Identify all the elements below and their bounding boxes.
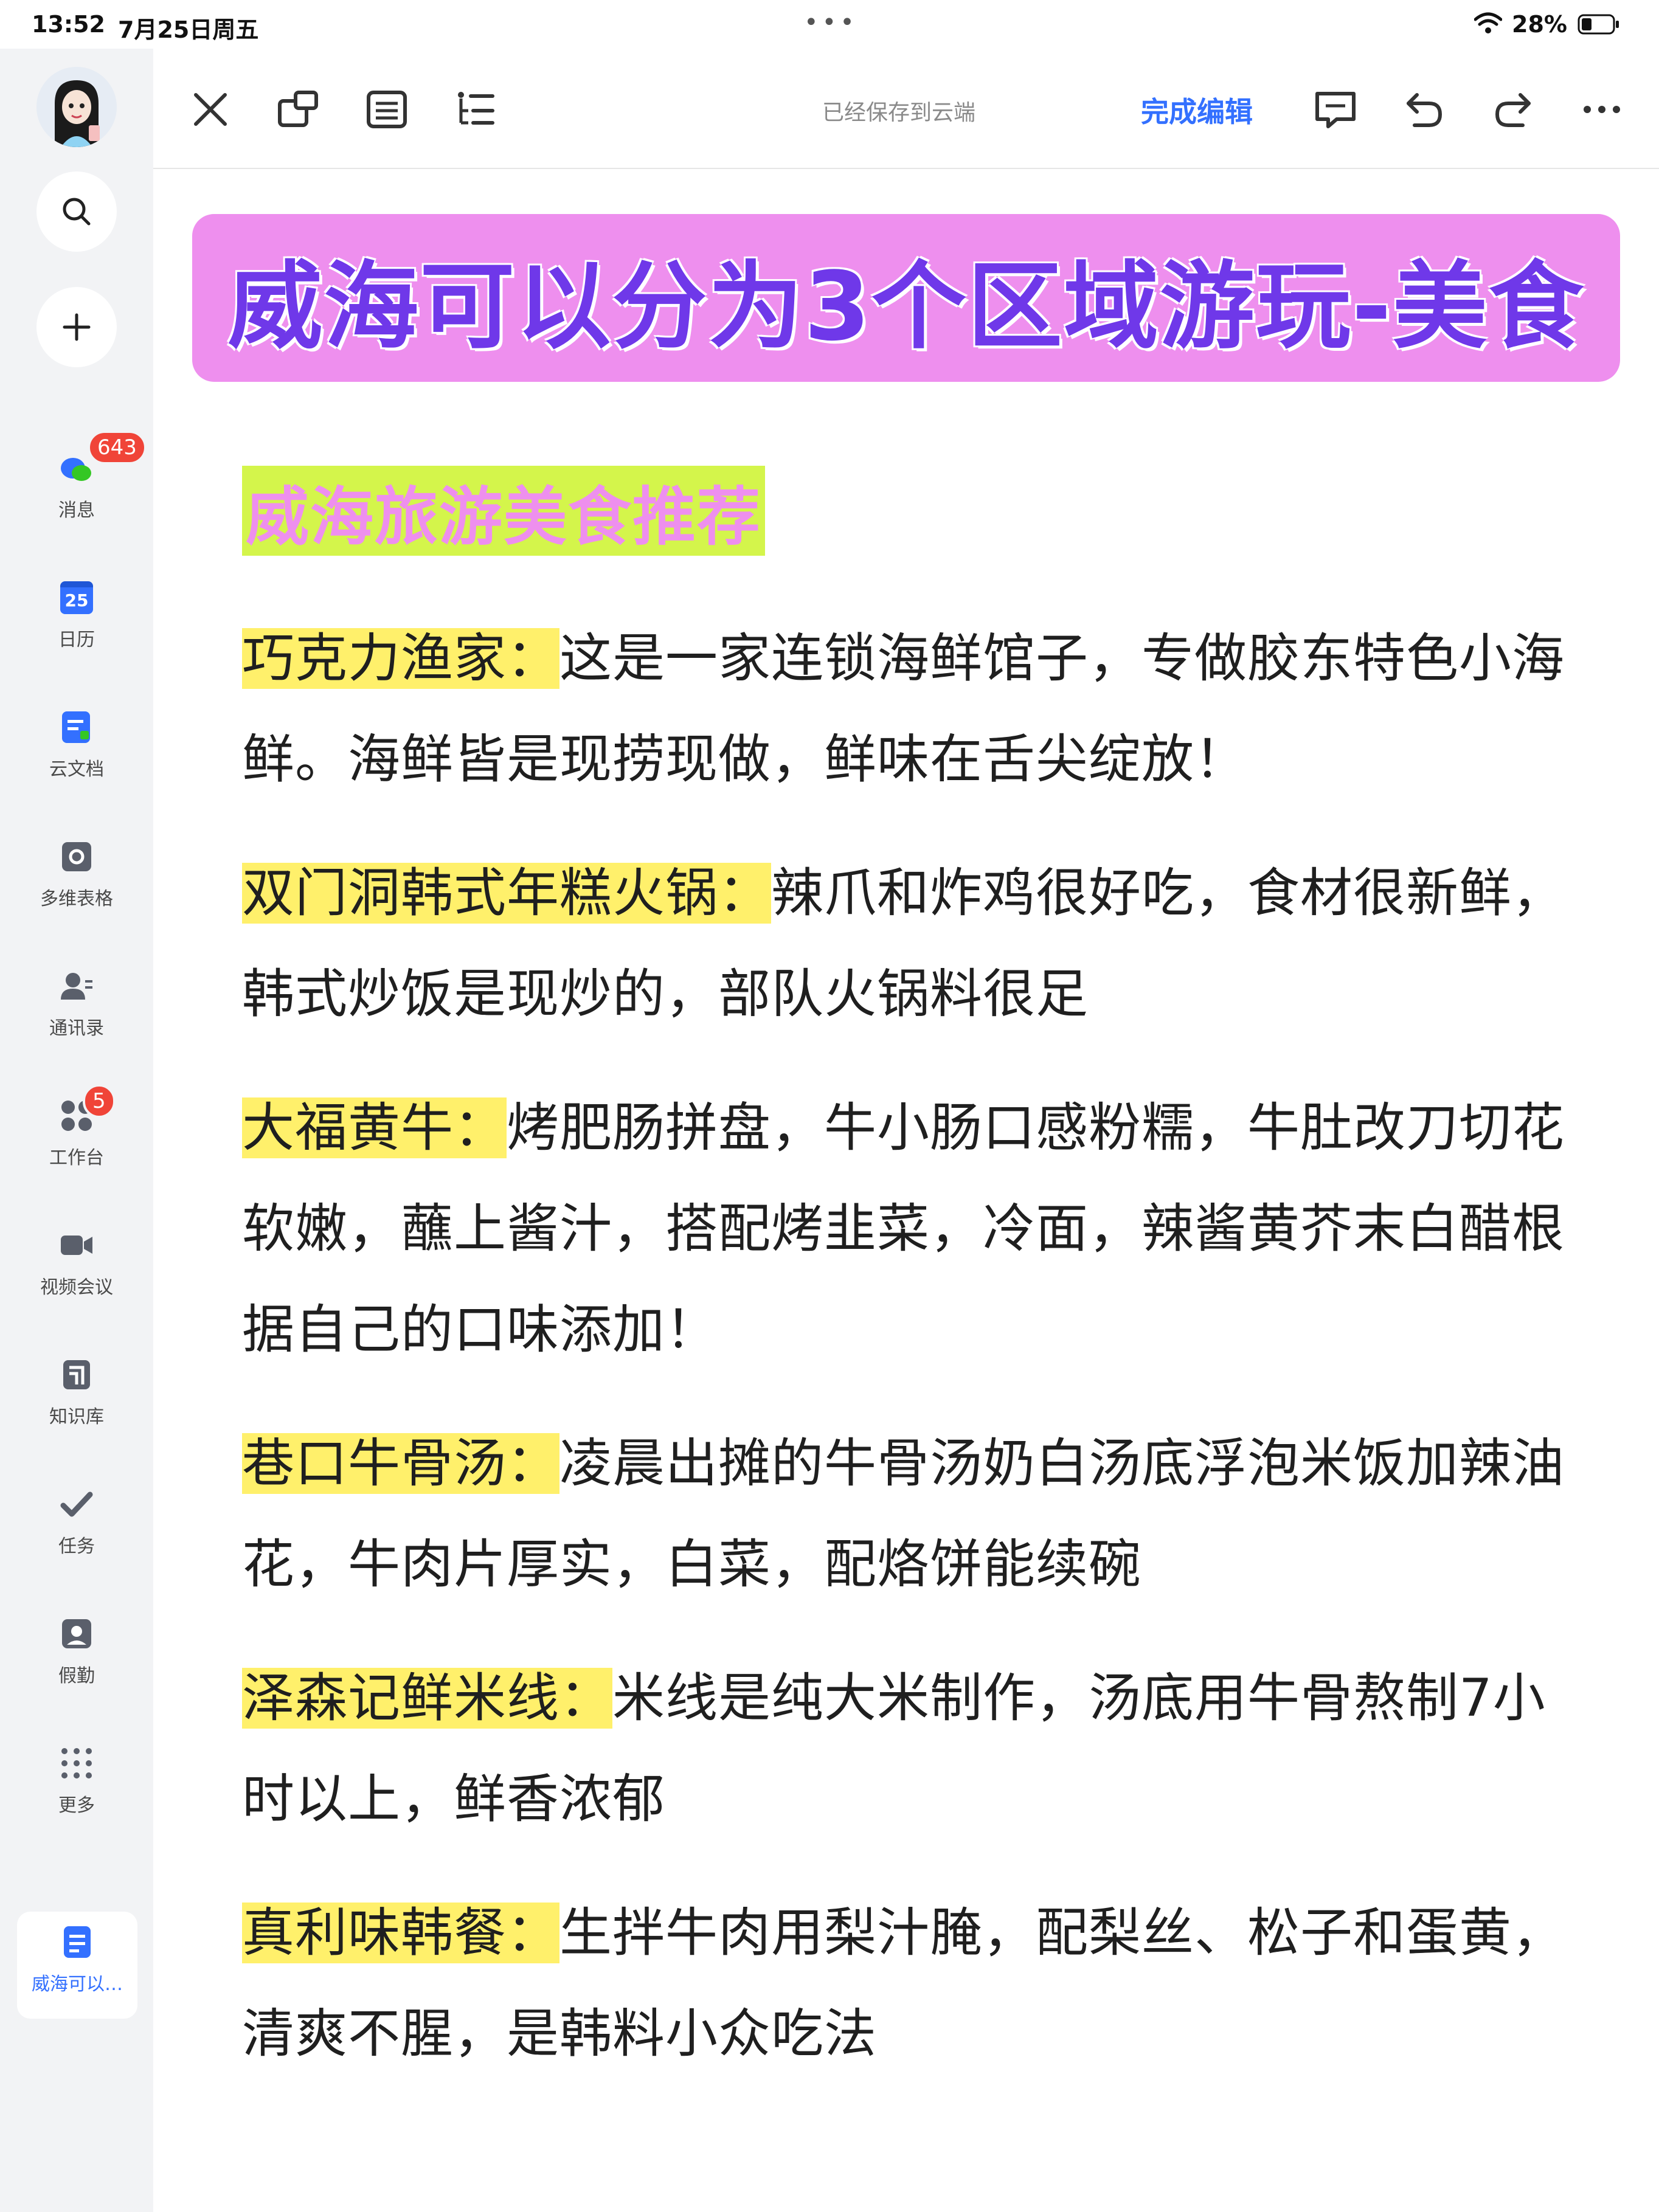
list-item: 泽森记鲜米线：米线是纯大米制作，汤底用牛骨熬制7小时以上，鲜香浓郁	[242, 1648, 1580, 1850]
sidebar-item-tasks[interactable]: 任务	[0, 1474, 153, 1583]
calendar-icon: 25	[58, 579, 95, 616]
sidebar-item-label: 工作台	[49, 1147, 104, 1169]
sidebar-item-video-meeting[interactable]: 视频会议	[0, 1215, 153, 1324]
sidebar-item-sheets[interactable]: 多维表格	[0, 826, 153, 936]
outline-icon[interactable]	[364, 86, 410, 133]
restaurant-name: 泽森记鲜米线：	[242, 1668, 612, 1729]
wifi-icon	[1474, 12, 1502, 33]
close-icon[interactable]	[187, 86, 234, 133]
comment-icon[interactable]	[1312, 86, 1359, 133]
sidebar-item-wiki[interactable]: 知识库	[0, 1344, 153, 1454]
contacts-icon	[61, 973, 92, 1000]
finish-editing-button[interactable]: 完成编辑	[1141, 90, 1253, 130]
editor-toolbar: 已经保存到云端 完成编辑	[153, 49, 1659, 169]
window-toggle-icon[interactable]	[275, 86, 321, 133]
status-time: 13:52	[32, 11, 105, 38]
sidebar-item-label: 日历	[58, 629, 95, 651]
multitask-dots-icon[interactable]: •••	[804, 9, 858, 36]
status-date: 7月25日周五	[118, 16, 259, 43]
sidebar-item-label: 云文档	[49, 759, 104, 780]
avatar-illustration-icon	[36, 67, 117, 147]
sidebar-item-label: 更多	[58, 1795, 95, 1816]
avatar[interactable]	[36, 67, 117, 147]
more-options-icon[interactable]	[1579, 86, 1625, 133]
list-item: 巧克力渔家：这是一家连锁海鲜馆子，专做胶东特色小海鲜。海鲜皆是现捞现做，鲜味在舌…	[242, 608, 1580, 810]
sidebar-item-label: 视频会议	[40, 1277, 113, 1298]
battery-percent: 28%	[1512, 11, 1567, 38]
checkmark-icon	[60, 1491, 93, 1517]
battery-icon	[1578, 14, 1619, 35]
multi-table-icon	[62, 842, 91, 871]
messages-badge: 643	[88, 430, 147, 465]
create-button[interactable]	[36, 287, 117, 367]
list-item: 双门洞韩式年糕火锅：辣爪和炸鸡很好吃，食材很新鲜，韩式炒饭是现炒的，部队火锅料很…	[242, 843, 1580, 1045]
sidebar-item-contacts[interactable]: 通讯录	[0, 956, 153, 1065]
document-icon	[64, 1926, 91, 1958]
redo-icon[interactable]	[1490, 86, 1536, 133]
restaurant-name: 真利味韩餐：	[242, 1903, 559, 1963]
section-heading-text: 威海旅游美食推荐	[246, 479, 762, 554]
sidebar-item-messages[interactable]: 643 消息	[0, 430, 153, 547]
title-banner: 威海可以分为3个区域游玩-美食	[192, 214, 1620, 382]
sidebar-item-label: 威海可以…	[32, 1974, 123, 1995]
video-camera-icon	[61, 1236, 92, 1255]
status-bar: 13:52 7月25日周五 ••• 28%	[0, 0, 1659, 49]
search-button[interactable]	[36, 171, 117, 252]
restaurant-name: 大福黄牛：	[242, 1097, 507, 1158]
save-status: 已经保存到云端	[822, 100, 976, 125]
sidebar: 643 消息 25 日历 云文档 多维表格 通讯录 5 工作台 视频会议 知识库…	[0, 49, 153, 2212]
sidebar-item-attendance[interactable]: 假勤	[0, 1603, 153, 1713]
calendar-day: 25	[60, 581, 93, 614]
list-item: 巷口牛骨汤：凌晨出摊的牛骨汤奶白汤底浮泡米饭加辣油花，牛肉片厚实，白菜，配烙饼能…	[242, 1413, 1580, 1615]
list-item: 大福黄牛：烤肥肠拼盘，牛小肠口感粉糯，牛肚改刀切花软嫩，蘸上酱汁，搭配烤韭菜，冷…	[242, 1077, 1580, 1380]
undo-icon[interactable]	[1401, 86, 1447, 133]
sidebar-item-workbench[interactable]: 5 工作台	[0, 1084, 153, 1195]
table-of-contents-icon[interactable]	[452, 86, 499, 133]
sidebar-item-label: 知识库	[49, 1406, 104, 1428]
attendance-icon	[62, 1619, 91, 1648]
plus-icon	[63, 313, 91, 341]
more-grid-icon	[61, 1748, 92, 1778]
restaurant-list: 巧克力渔家：这是一家连锁海鲜馆子，专做胶东特色小海鲜。海鲜皆是现捞现做，鲜味在舌…	[242, 608, 1580, 2117]
sidebar-item-calendar[interactable]: 25 日历	[0, 567, 153, 677]
restaurant-name: 双门洞韩式年糕火锅：	[242, 863, 771, 924]
sidebar-item-label: 假勤	[58, 1665, 95, 1687]
sidebar-item-docs[interactable]: 云文档	[0, 697, 153, 806]
sidebar-item-more[interactable]: 更多	[0, 1733, 153, 1842]
section-heading: 威海旅游美食推荐	[242, 466, 766, 556]
document-title: 威海可以分为3个区域游玩-美食	[227, 251, 1585, 362]
restaurant-name: 巧克力渔家：	[242, 628, 559, 689]
search-icon	[63, 198, 91, 226]
workbench-badge: 5	[83, 1084, 116, 1118]
document-icon	[62, 711, 90, 743]
sidebar-item-label: 通讯录	[49, 1018, 104, 1039]
list-item: 真利味韩餐：生拌牛肉用梨汁腌，配梨丝、松子和蛋黄，清爽不腥，是韩料小众吃法	[242, 1882, 1580, 2084]
sidebar-item-current-doc[interactable]: 威海可以…	[17, 1912, 137, 2019]
sidebar-item-label: 消息	[58, 500, 95, 521]
restaurant-name: 巷口牛骨汤：	[242, 1433, 559, 1494]
sidebar-item-label: 多维表格	[40, 888, 113, 910]
sidebar-item-label: 任务	[58, 1536, 95, 1557]
knowledge-base-icon	[63, 1360, 90, 1389]
